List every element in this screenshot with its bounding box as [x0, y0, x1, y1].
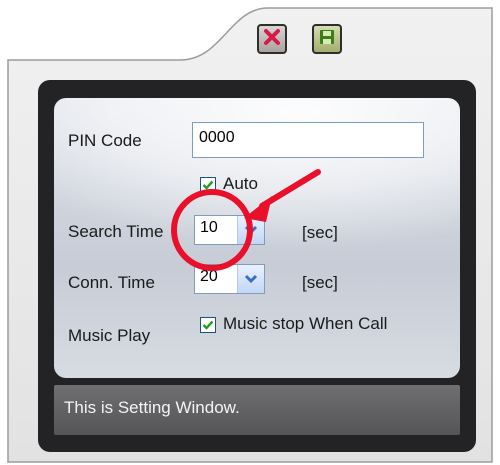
pin-code-input[interactable]: 0000: [192, 122, 424, 158]
search-time-unit: [sec]: [302, 223, 338, 242]
status-bar: This is Setting Window.: [54, 385, 460, 435]
close-button[interactable]: [257, 24, 287, 54]
conn-time-label: Conn. Time: [68, 273, 155, 292]
chevron-down-icon[interactable]: [237, 216, 264, 244]
conn-time-unit: [sec]: [302, 273, 338, 292]
status-text: This is Setting Window.: [64, 398, 240, 417]
music-play-label: Music Play: [68, 326, 151, 345]
search-time-value: 10: [200, 219, 218, 236]
save-disk-icon: [318, 28, 336, 50]
conn-time-select[interactable]: 20: [194, 264, 265, 294]
music-stop-label: Music stop When Call: [223, 314, 388, 333]
music-stop-checkbox[interactable]: [200, 317, 216, 333]
auto-label: Auto: [223, 174, 258, 193]
chevron-down-icon[interactable]: [237, 265, 264, 293]
search-time-select[interactable]: 10: [194, 215, 265, 245]
close-x-icon: [263, 28, 281, 50]
checkmark-icon: [202, 180, 214, 190]
pin-code-label: PIN Code: [68, 131, 142, 150]
settings-panel: PIN Code 0000 Auto Search Time 10 [sec] …: [54, 98, 460, 378]
conn-time-value: 20: [200, 268, 218, 285]
save-button[interactable]: [312, 24, 342, 54]
checkmark-icon: [202, 320, 214, 330]
auto-checkbox[interactable]: [200, 177, 216, 193]
search-time-label: Search Time: [68, 222, 164, 241]
